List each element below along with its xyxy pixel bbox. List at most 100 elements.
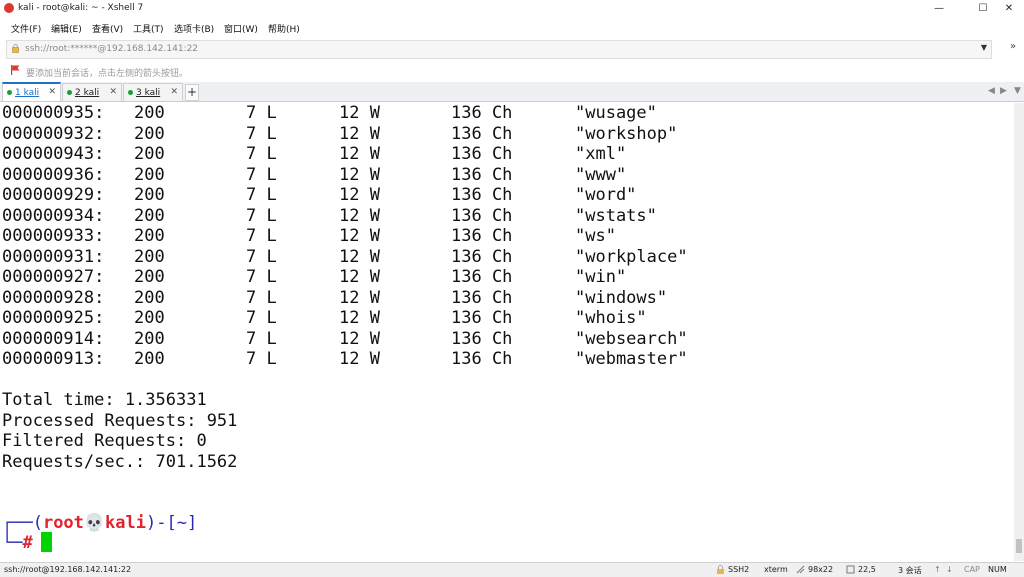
hint-bar: 要添加当前会话，点击左侧的箭头按钮。 (0, 61, 1024, 81)
terminal-area[interactable]: 000000935: 200 7 L 12 W 136 Ch "wusage" 000000… (0, 103, 1014, 561)
char-count: 136 Ch (451, 246, 513, 267)
prompt-hash-line: └─# (2, 533, 33, 554)
menu-window[interactable]: 窗口(W) (224, 22, 258, 35)
scrollbar-thumb[interactable] (1016, 539, 1022, 553)
request-id: 000000927: (2, 267, 105, 287)
line-count: 7 L (246, 205, 277, 226)
word-count: 12 W (339, 226, 380, 246)
char-count: 136 Ch (451, 164, 513, 185)
summary-filtered: Filtered Requests: 0 (2, 431, 207, 451)
char-count: 136 Ch (451, 123, 513, 144)
tab-bar: 1 kali ✕ 2 kali ✕ 3 kali ✕ + ◀ ▶ ▼ (0, 82, 1024, 102)
menu-tools[interactable]: 工具(T) (133, 22, 164, 35)
payload: "ws" (575, 226, 616, 246)
status-code: 200 (134, 205, 165, 226)
menu-file[interactable]: 文件(F) (11, 22, 41, 35)
connected-dot-icon (128, 90, 133, 95)
request-id: 000000943: (2, 144, 105, 164)
request-id: 000000913: (2, 349, 105, 369)
address-bar[interactable]: ssh://root:******@192.168.142.141:22 ▼ (6, 40, 992, 59)
tab-close-icon[interactable]: ✕ (48, 87, 56, 97)
request-id: 000000928: (2, 287, 105, 308)
summary-rate: Requests/sec.: 701.1562 (2, 452, 238, 472)
word-count: 12 W (339, 123, 380, 144)
line-count: 7 L (246, 164, 277, 185)
prompt-user: root💀kali (42, 513, 146, 533)
more-toolbar-button[interactable]: » (1010, 41, 1016, 52)
menu-tabs[interactable]: 选项卡(B) (174, 22, 214, 35)
line-count: 7 L (246, 123, 277, 144)
request-id: 000000931: (2, 246, 105, 267)
tab-menu-icon[interactable]: ▼ (1014, 86, 1021, 96)
payload: "wstats" (575, 205, 657, 226)
payload: "websearch" (575, 328, 688, 349)
close-button[interactable]: ✕ (992, 0, 1024, 17)
payload: "workplace" (575, 246, 688, 267)
payload: "www" (575, 164, 627, 185)
tab-3-kali[interactable]: 3 kali ✕ (123, 83, 183, 101)
hint-text: 要添加当前会话，点击左侧的箭头按钮。 (26, 69, 189, 79)
status-size: 98x22 (808, 565, 834, 574)
prompt-open: ┌──( (2, 513, 43, 533)
payload: "webmaster" (575, 349, 688, 369)
payload: "windows" (575, 287, 668, 308)
status-protocol: SSH2 (728, 565, 750, 574)
request-id: 000000936: (2, 164, 105, 185)
request-id: 000000932: (2, 123, 105, 144)
menu-help[interactable]: 帮助(H) (268, 22, 300, 35)
line-count: 7 L (246, 144, 277, 164)
payload: "win" (575, 267, 627, 287)
tab-1-kali[interactable]: 1 kali ✕ (2, 82, 61, 101)
terminal-cursor (41, 532, 52, 552)
tab-next-icon[interactable]: ▶ (1000, 86, 1007, 96)
request-id: 000000933: (2, 226, 105, 246)
window-title: kali - root@kali: ~ - Xshell 7 (18, 3, 144, 13)
arrow-flag-icon[interactable] (11, 65, 20, 75)
tab-close-icon[interactable]: ✕ (109, 87, 117, 97)
connected-dot-icon (7, 90, 12, 95)
menu-edit[interactable]: 编辑(E) (51, 22, 82, 35)
char-count: 136 Ch (451, 103, 513, 123)
status-code: 200 (134, 185, 165, 205)
add-tab-button[interactable]: + (185, 84, 199, 101)
word-count: 12 W (339, 205, 380, 226)
status-position: 22,5 (858, 565, 876, 574)
line-count: 7 L (246, 308, 277, 328)
request-id: 000000934: (2, 205, 105, 226)
word-count: 12 W (339, 267, 380, 287)
status-term: xterm (764, 565, 788, 574)
download-icon[interactable]: ↓ (946, 565, 953, 574)
word-count: 12 W (339, 328, 380, 349)
tab-label: 1 kali (15, 88, 40, 98)
summary-processed: Processed Requests: 951 (2, 411, 238, 431)
char-count: 136 Ch (451, 267, 513, 287)
status-sessions: 3 会话 (898, 566, 922, 575)
upload-icon[interactable]: ↑ (934, 565, 941, 574)
request-id: 000000935: (2, 103, 105, 123)
line-count: 7 L (246, 267, 277, 287)
title-bar: kali - root@kali: ~ - Xshell 7 — ☐ ✕ (0, 0, 1024, 17)
status-code: 200 (134, 144, 165, 164)
tab-prev-icon[interactable]: ◀ (988, 86, 995, 96)
status-code: 200 (134, 123, 165, 144)
chevron-down-icon[interactable]: ▼ (981, 43, 987, 52)
tab-close-icon[interactable]: ✕ (170, 87, 178, 97)
terminal-scrollbar[interactable] (1014, 103, 1024, 561)
line-count: 7 L (246, 246, 277, 267)
request-id: 000000914: (2, 328, 105, 349)
status-bar: ssh://root@192.168.142.141:22 SSH2 xterm… (0, 562, 1024, 577)
connected-dot-icon (67, 90, 72, 95)
minimize-button[interactable]: — (922, 0, 956, 17)
char-count: 136 Ch (451, 328, 513, 349)
status-code: 200 (134, 308, 165, 328)
payload: "wusage" (575, 103, 657, 123)
prompt-close: )-[~] (146, 513, 198, 533)
status-connection: ssh://root@192.168.142.141:22 (4, 565, 132, 574)
tab-2-kali[interactable]: 2 kali ✕ (62, 83, 122, 101)
menu-view[interactable]: 查看(V) (92, 22, 123, 35)
resize-icon (796, 565, 805, 574)
char-count: 136 Ch (451, 287, 513, 308)
word-count: 12 W (339, 103, 380, 123)
summary-total-time: Total time: 1.356331 (2, 390, 207, 410)
line-count: 7 L (246, 103, 277, 123)
